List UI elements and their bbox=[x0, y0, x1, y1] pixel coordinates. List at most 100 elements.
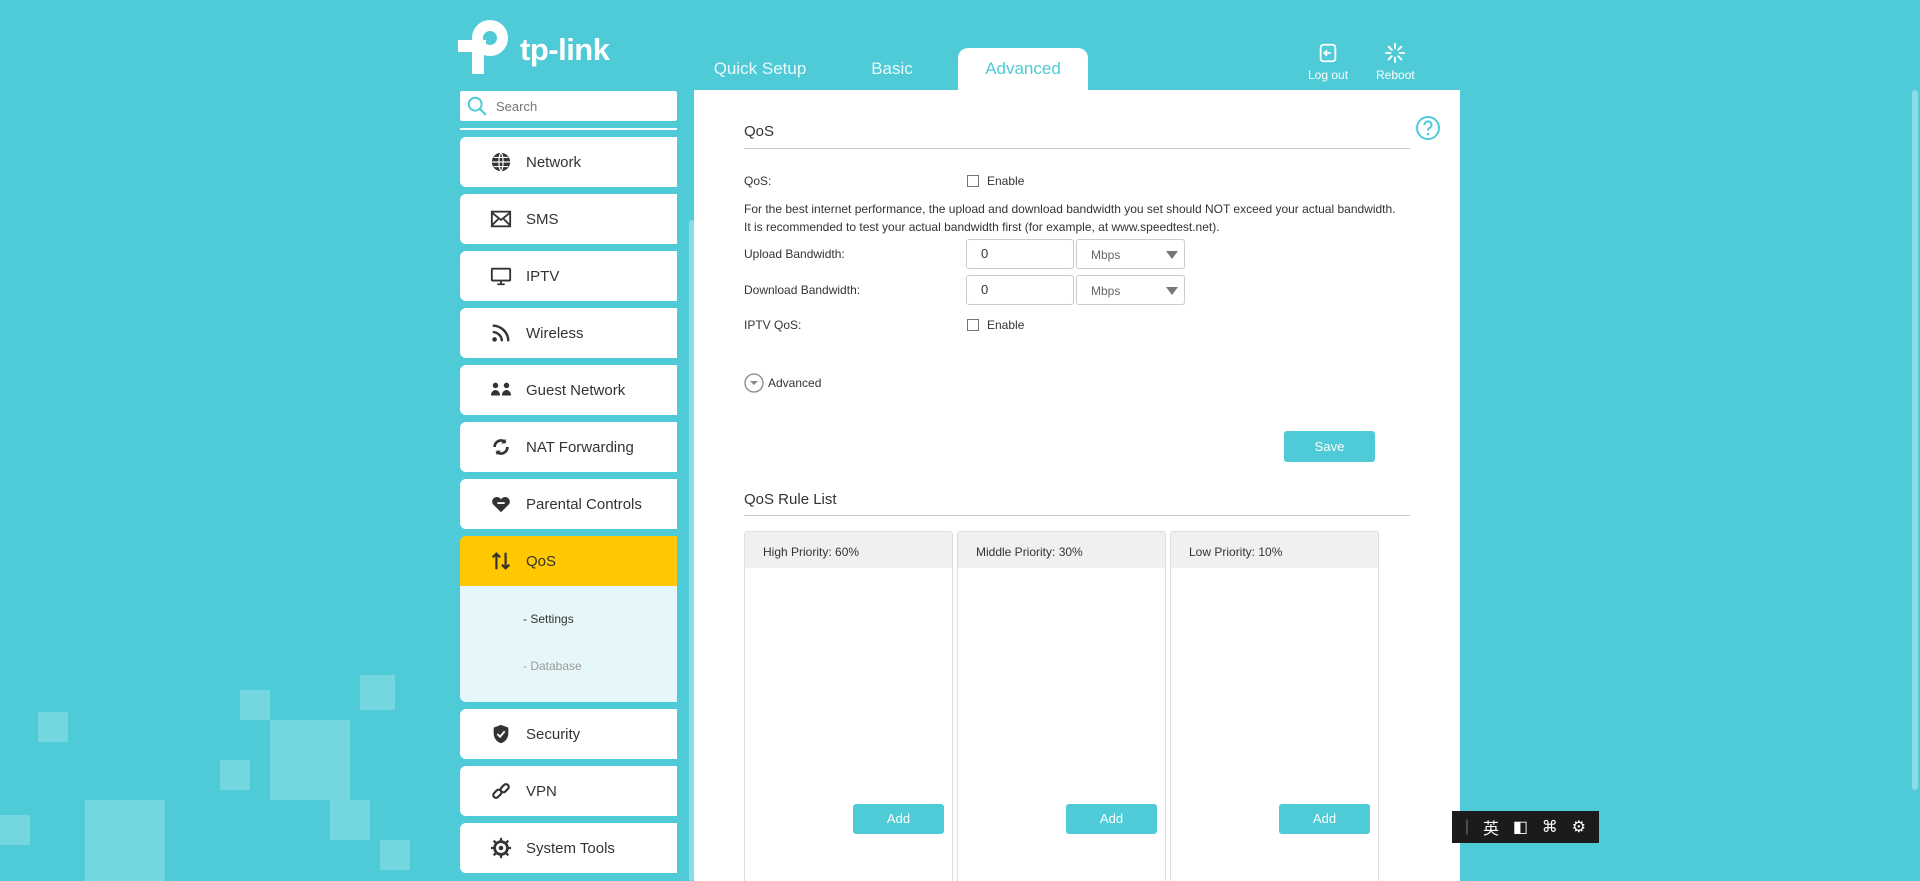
sidebar-item-system-tools[interactable]: System Tools bbox=[460, 823, 677, 873]
low-priority-column: Low Priority: 10% Add bbox=[1170, 531, 1379, 881]
qos-enable-checkbox[interactable]: Enable bbox=[967, 174, 1024, 188]
reboot-icon bbox=[1385, 42, 1406, 64]
rule-list-divider bbox=[744, 515, 1410, 516]
sidebar-item-network[interactable]: Network bbox=[460, 137, 677, 187]
chevron-down-circle-icon bbox=[744, 373, 764, 393]
iptv-qos-enable-label: Enable bbox=[987, 318, 1025, 332]
high-priority-header: High Priority: 60% bbox=[745, 532, 952, 568]
high-priority-column: High Priority: 60% Add bbox=[744, 531, 953, 881]
sidebar-item-sms[interactable]: SMS bbox=[460, 194, 677, 244]
qos-section-divider bbox=[744, 148, 1410, 149]
heart-icon bbox=[492, 496, 510, 513]
envelope-icon bbox=[490, 210, 512, 228]
page-scrollbar[interactable] bbox=[1912, 90, 1918, 790]
reboot-label: Reboot bbox=[1376, 68, 1415, 82]
subnav-item-settings[interactable]: - Settings bbox=[460, 612, 677, 659]
qos-submenu: - Settings - Database bbox=[460, 586, 677, 702]
rule-list-title: QoS Rule List bbox=[744, 491, 837, 508]
iptv-qos-label: IPTV QoS: bbox=[744, 318, 802, 332]
monitor-icon bbox=[490, 267, 512, 286]
advanced-toggle-label: Advanced bbox=[768, 376, 822, 390]
nat-icon bbox=[493, 438, 509, 456]
subnav-item-database[interactable]: - Database bbox=[460, 659, 677, 706]
tp-link-logo-icon bbox=[458, 20, 512, 74]
sidebar-item-label: NAT Forwarding bbox=[526, 438, 634, 456]
sidebar-item-label: Parental Controls bbox=[526, 495, 642, 513]
ime-language-toggle[interactable]: 英 bbox=[1483, 815, 1499, 839]
qos-section-title: QoS bbox=[744, 123, 775, 140]
upload-unit-value: Mbps bbox=[1091, 248, 1121, 262]
sidebar-item-label: IPTV bbox=[526, 267, 560, 285]
sidebar-item-label: Guest Network bbox=[526, 381, 626, 399]
shield-icon bbox=[493, 724, 509, 744]
sidebar-item-label: QoS bbox=[526, 552, 557, 570]
advanced-toggle[interactable]: Advanced bbox=[744, 373, 821, 393]
tab-advanced[interactable]: Advanced bbox=[958, 48, 1088, 90]
bandwidth-note-line2: It is recommended to test your actual ba… bbox=[744, 220, 1220, 234]
ime-toolbar: | 英 ◧ ⌘ ⚙ bbox=[1452, 811, 1599, 843]
tab-basic[interactable]: Basic bbox=[826, 48, 958, 90]
half-square-icon[interactable]: ◧ bbox=[1513, 817, 1528, 837]
bandwidth-note-line1: For the best internet performance, the u… bbox=[744, 202, 1396, 216]
sidebar-item-qos[interactable]: QoS bbox=[460, 536, 677, 586]
sidebar-item-label: VPN bbox=[526, 782, 557, 800]
sidebar: Network SMS IPTV Wireless Guest Network … bbox=[460, 137, 677, 880]
sidebar-item-label: Network bbox=[526, 153, 582, 171]
guests-icon bbox=[490, 382, 512, 396]
add-high-priority-button[interactable]: Add bbox=[853, 804, 944, 834]
sidebar-item-label: System Tools bbox=[526, 839, 615, 857]
upload-unit-select[interactable]: Mbps bbox=[1076, 239, 1185, 269]
qos-enable-label: Enable bbox=[987, 174, 1025, 188]
middle-priority-header: Middle Priority: 30% bbox=[958, 532, 1165, 568]
download-bandwidth-label: Download Bandwidth: bbox=[744, 283, 861, 297]
low-priority-header: Low Priority: 10% bbox=[1171, 532, 1378, 568]
sidebar-item-label: SMS bbox=[526, 210, 559, 228]
add-low-priority-button[interactable]: Add bbox=[1279, 804, 1370, 834]
sidebar-item-nat-forwarding[interactable]: NAT Forwarding bbox=[460, 422, 677, 472]
gear-icon[interactable]: ⚙ bbox=[1572, 817, 1586, 837]
save-button[interactable]: Save bbox=[1284, 431, 1375, 462]
search-box bbox=[460, 91, 677, 121]
globe-icon bbox=[491, 152, 511, 172]
gear-icon bbox=[490, 837, 512, 859]
checkbox-box bbox=[967, 319, 979, 331]
updown-arrows-icon bbox=[491, 552, 511, 570]
download-unit-value: Mbps bbox=[1091, 284, 1121, 298]
sidebar-item-iptv[interactable]: IPTV bbox=[460, 251, 677, 301]
main-tabs: Quick Setup Basic Advanced bbox=[694, 48, 1088, 90]
upload-bandwidth-label: Upload Bandwidth: bbox=[744, 247, 845, 261]
tab-quick-setup[interactable]: Quick Setup bbox=[694, 48, 826, 90]
search-icon bbox=[467, 96, 487, 116]
logout-icon bbox=[1319, 43, 1337, 63]
punctuation-icon[interactable]: ⌘ bbox=[1542, 817, 1558, 837]
checkbox-box bbox=[967, 175, 979, 187]
download-unit-select[interactable]: Mbps bbox=[1076, 275, 1185, 305]
logout-label: Log out bbox=[1308, 68, 1349, 82]
sidebar-item-security[interactable]: Security bbox=[460, 709, 677, 759]
sidebar-item-wireless[interactable]: Wireless bbox=[460, 308, 677, 358]
middle-priority-column: Middle Priority: 30% Add bbox=[957, 531, 1166, 881]
background-decoration bbox=[0, 640, 430, 881]
sidebar-item-label: Wireless bbox=[526, 324, 584, 342]
search-divider bbox=[460, 128, 677, 130]
search-input[interactable] bbox=[496, 98, 666, 114]
upload-bandwidth-input[interactable]: 0 bbox=[966, 239, 1074, 269]
sidebar-item-guest-network[interactable]: Guest Network bbox=[460, 365, 677, 415]
sidebar-item-vpn[interactable]: VPN bbox=[460, 766, 677, 816]
link-icon bbox=[492, 783, 510, 799]
help-icon[interactable] bbox=[1415, 115, 1441, 141]
iptv-qos-enable-checkbox[interactable]: Enable bbox=[967, 318, 1024, 332]
add-middle-priority-button[interactable]: Add bbox=[1066, 804, 1157, 834]
ime-drag-handle[interactable]: | bbox=[1465, 818, 1469, 836]
sidebar-item-parental-controls[interactable]: Parental Controls bbox=[460, 479, 677, 529]
wifi-icon bbox=[492, 324, 510, 342]
reboot-button[interactable]: Reboot bbox=[1376, 42, 1415, 82]
chevron-down-icon bbox=[1166, 287, 1178, 295]
tp-link-logo: tp-link bbox=[458, 20, 610, 74]
download-bandwidth-input[interactable]: 0 bbox=[966, 275, 1074, 305]
chevron-down-icon bbox=[1166, 251, 1178, 259]
logout-button[interactable]: Log out bbox=[1308, 42, 1348, 82]
bandwidth-note: For the best internet performance, the u… bbox=[744, 200, 1396, 236]
brand-name: tp-link bbox=[520, 32, 610, 67]
sidebar-item-label: Security bbox=[526, 725, 581, 743]
